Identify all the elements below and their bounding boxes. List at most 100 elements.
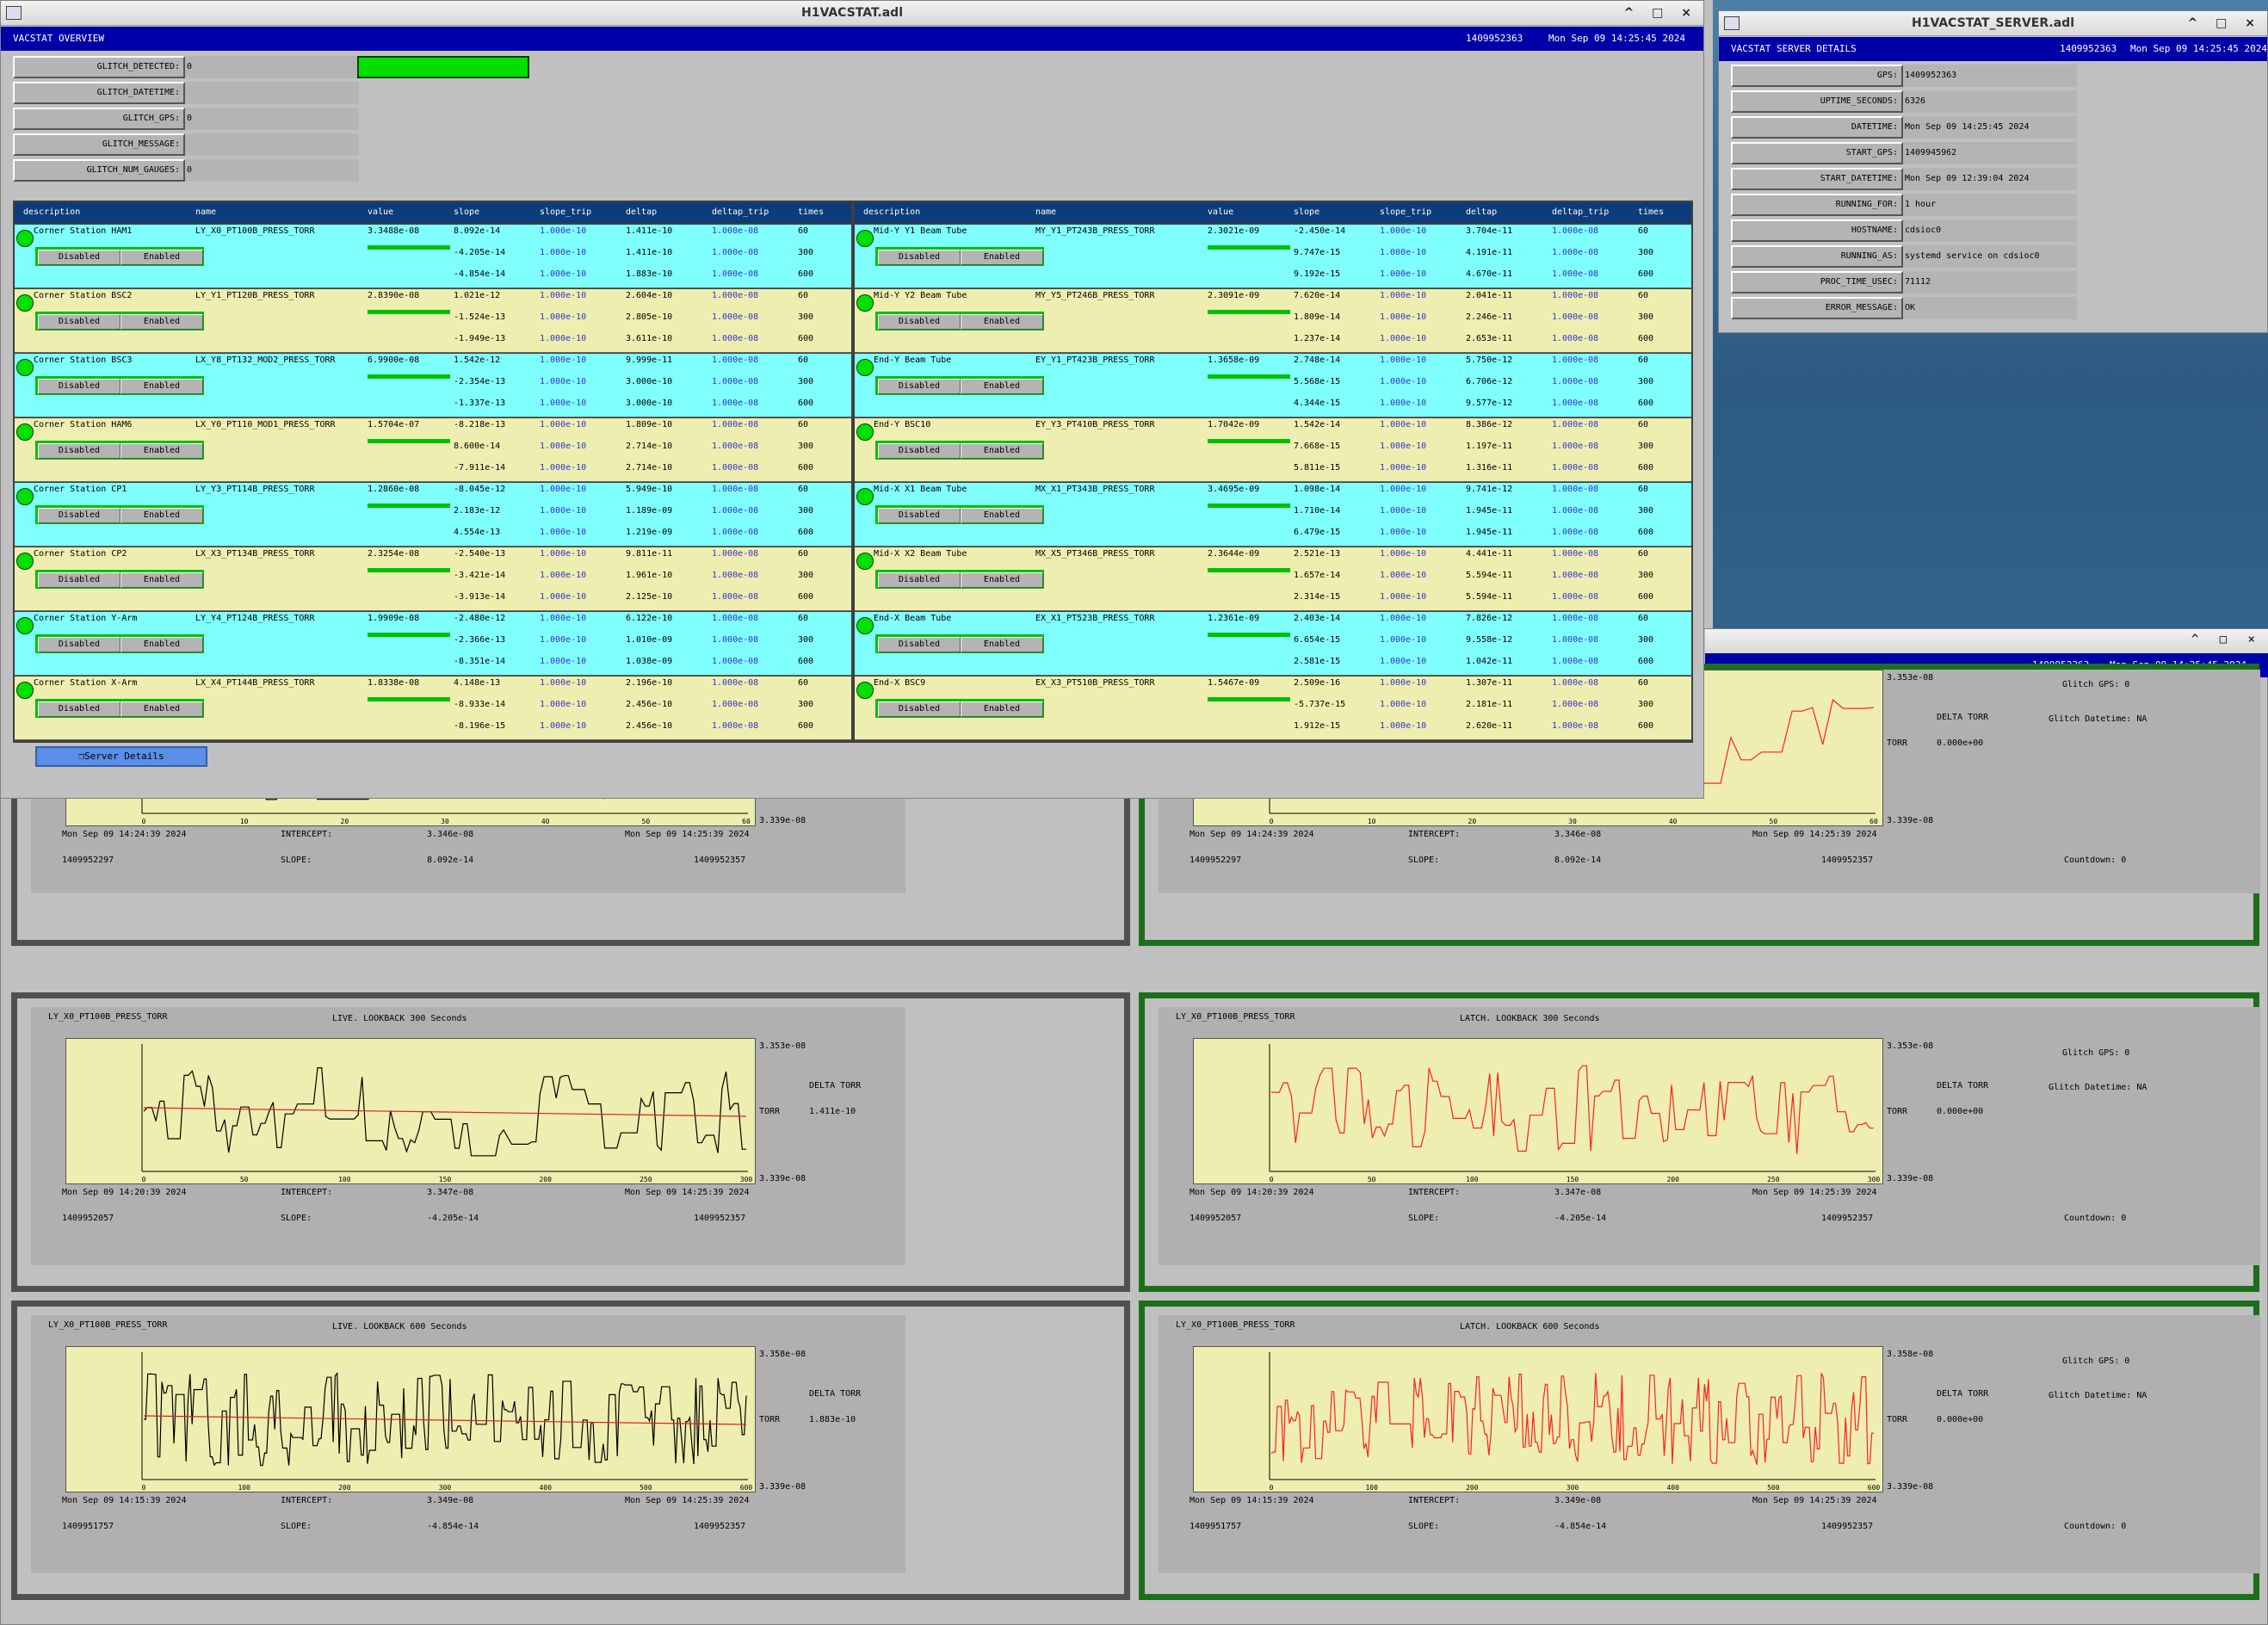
status-led xyxy=(856,294,874,312)
deltap-trip-value: 1.000e-08 xyxy=(1552,549,1599,559)
gauge-name: LY_Y4_PT124B_PRESS_TORR xyxy=(195,614,315,623)
start-date: Mon Sep 09 14:15:39 2024 xyxy=(1190,1496,1314,1505)
enabled-button[interactable]: Enabled xyxy=(961,701,1043,717)
trend-svg: 0 50 100 150 200 250 300 xyxy=(1269,1044,1880,1183)
gauge-value: 1.2860e-08 xyxy=(368,485,420,494)
enable-toggle[interactable]: Disabled Enabled xyxy=(35,634,204,653)
enabled-button[interactable]: Enabled xyxy=(121,508,203,523)
disabled-button[interactable]: Disabled xyxy=(38,443,121,459)
enabled-button[interactable]: Enabled xyxy=(121,443,203,459)
disabled-button[interactable]: Disabled xyxy=(38,379,121,394)
enable-toggle[interactable]: Disabled Enabled xyxy=(35,699,204,718)
disabled-button[interactable]: Disabled xyxy=(38,572,121,588)
enabled-button[interactable]: Enabled xyxy=(961,379,1043,394)
enabled-button[interactable]: Enabled xyxy=(961,508,1043,523)
times-value: 60 xyxy=(1638,420,1649,429)
enabled-button[interactable]: Enabled xyxy=(121,637,203,652)
gauge-description: Mid-Y Y2 Beam Tube xyxy=(874,291,967,300)
value-bar xyxy=(1208,245,1290,250)
deltap-trip-value: 1.000e-08 xyxy=(1552,399,1599,408)
enable-toggle[interactable]: Disabled Enabled xyxy=(875,247,1044,266)
enable-toggle[interactable]: Disabled Enabled xyxy=(875,634,1044,653)
value-bar xyxy=(1208,439,1290,443)
enable-toggle[interactable]: Disabled Enabled xyxy=(875,441,1044,460)
enable-toggle[interactable]: Disabled Enabled xyxy=(875,312,1044,331)
enabled-button[interactable]: Enabled xyxy=(961,637,1043,652)
window-controls[interactable]: ^ □ × xyxy=(2191,633,2262,646)
server-field-value: 1409945962 xyxy=(1903,142,2077,164)
y-top-label: 3.353e-08 xyxy=(1887,1041,1934,1051)
times-value: 600 xyxy=(798,399,814,408)
gauge-name: EX_X1_PT523B_PRESS_TORR xyxy=(1035,614,1155,623)
enable-toggle[interactable]: Disabled Enabled xyxy=(35,247,204,266)
disabled-button[interactable]: Disabled xyxy=(38,314,121,330)
enabled-button[interactable]: Enabled xyxy=(961,443,1043,459)
disabled-button[interactable]: Disabled xyxy=(38,637,121,652)
enabled-button[interactable]: Enabled xyxy=(961,314,1043,330)
enabled-button[interactable]: Enabled xyxy=(121,250,203,265)
gauge-row: Corner Station X-Arm Disabled Enabled LX_X4… xyxy=(15,677,851,740)
status-led xyxy=(16,294,34,312)
disabled-button[interactable]: Disabled xyxy=(878,443,961,459)
enable-toggle[interactable]: Disabled Enabled xyxy=(35,441,204,460)
start-date: Mon Sep 09 14:15:39 2024 xyxy=(62,1496,187,1505)
deltap-value: 1.038e-09 xyxy=(626,657,673,666)
value-bar xyxy=(368,633,450,637)
disabled-button[interactable]: Disabled xyxy=(878,314,961,330)
enabled-button[interactable]: Enabled xyxy=(121,572,203,588)
times-value: 600 xyxy=(1638,269,1654,279)
disabled-button[interactable]: Disabled xyxy=(878,379,961,394)
disabled-button[interactable]: Disabled xyxy=(38,250,121,265)
status-led xyxy=(16,359,34,376)
enabled-button[interactable]: Enabled xyxy=(961,572,1043,588)
glitch-field-value: 0 xyxy=(185,56,359,78)
disabled-button[interactable]: Disabled xyxy=(38,701,121,717)
server-details-button[interactable]: ❐Server Details xyxy=(35,746,207,767)
enabled-button[interactable]: Enabled xyxy=(121,314,203,330)
x-tick-label: 150 xyxy=(1567,1176,1579,1183)
server-header-gps: 1409952363 xyxy=(2060,43,2117,54)
status-led xyxy=(856,553,874,570)
enabled-button[interactable]: Enabled xyxy=(961,250,1043,265)
deltap-trip-value: 1.000e-08 xyxy=(1552,442,1599,451)
start-gps: 1409952057 xyxy=(62,1214,114,1223)
gauge-name: MY_Y5_PT246B_PRESS_TORR xyxy=(1035,291,1155,300)
enable-toggle[interactable]: Disabled Enabled xyxy=(875,699,1044,718)
window-menu-icon[interactable] xyxy=(6,6,22,20)
enable-toggle[interactable]: Disabled Enabled xyxy=(875,505,1044,524)
deltap-value: 1.219e-09 xyxy=(626,528,673,537)
deltap-trip-value: 1.000e-08 xyxy=(1552,291,1599,300)
enable-toggle[interactable]: Disabled Enabled xyxy=(35,312,204,331)
enable-toggle[interactable]: Disabled Enabled xyxy=(35,505,204,524)
window-controls[interactable]: ^ □ × xyxy=(1624,1,1698,25)
enable-toggle[interactable]: Disabled Enabled xyxy=(35,376,204,395)
enabled-button[interactable]: Enabled xyxy=(121,379,203,394)
gauge-value: 3.4695e-09 xyxy=(1208,485,1260,494)
disabled-button[interactable]: Disabled xyxy=(878,508,961,523)
deltap-value: 2.041e-11 xyxy=(1466,291,1513,300)
y-bottom-label: 3.339e-08 xyxy=(759,816,806,825)
enabled-button[interactable]: Enabled xyxy=(121,701,203,717)
server-field-label: GPS: xyxy=(1731,65,1903,87)
main-header-gps: 1409952363 xyxy=(1466,33,1523,44)
enable-toggle[interactable]: Disabled Enabled xyxy=(875,570,1044,589)
disabled-button[interactable]: Disabled xyxy=(38,508,121,523)
value-bar xyxy=(368,439,450,443)
disabled-button[interactable]: Disabled xyxy=(878,250,961,265)
trend-plot: 0 100 200 300 400 500 600 xyxy=(65,1346,756,1492)
fit-line xyxy=(143,1415,747,1425)
deltap-value: 3.704e-11 xyxy=(1466,226,1513,236)
window-controls[interactable]: ^ □ × xyxy=(2188,11,2262,35)
disabled-button[interactable]: Disabled xyxy=(878,572,961,588)
disabled-button[interactable]: Disabled xyxy=(878,637,961,652)
glitch-datetime-label: Glitch Datetime: NA xyxy=(2049,714,2147,724)
y-bottom-label: 3.339e-08 xyxy=(759,1482,806,1492)
enable-toggle[interactable]: Disabled Enabled xyxy=(875,376,1044,395)
latch-plot-panel: LY_X0_PT100B_PRESS_TORR LATCH. LOOKBACK 6… xyxy=(1139,1301,2260,1600)
enable-toggle[interactable]: Disabled Enabled xyxy=(35,570,204,589)
window-menu-icon[interactable] xyxy=(1724,16,1740,30)
x-tick-label: 0 xyxy=(1270,1176,1274,1183)
disabled-button[interactable]: Disabled xyxy=(878,701,961,717)
plot-channel: LY_X0_PT100B_PRESS_TORR xyxy=(48,1012,168,1022)
gauge-description: End-X BSC9 xyxy=(874,678,926,688)
